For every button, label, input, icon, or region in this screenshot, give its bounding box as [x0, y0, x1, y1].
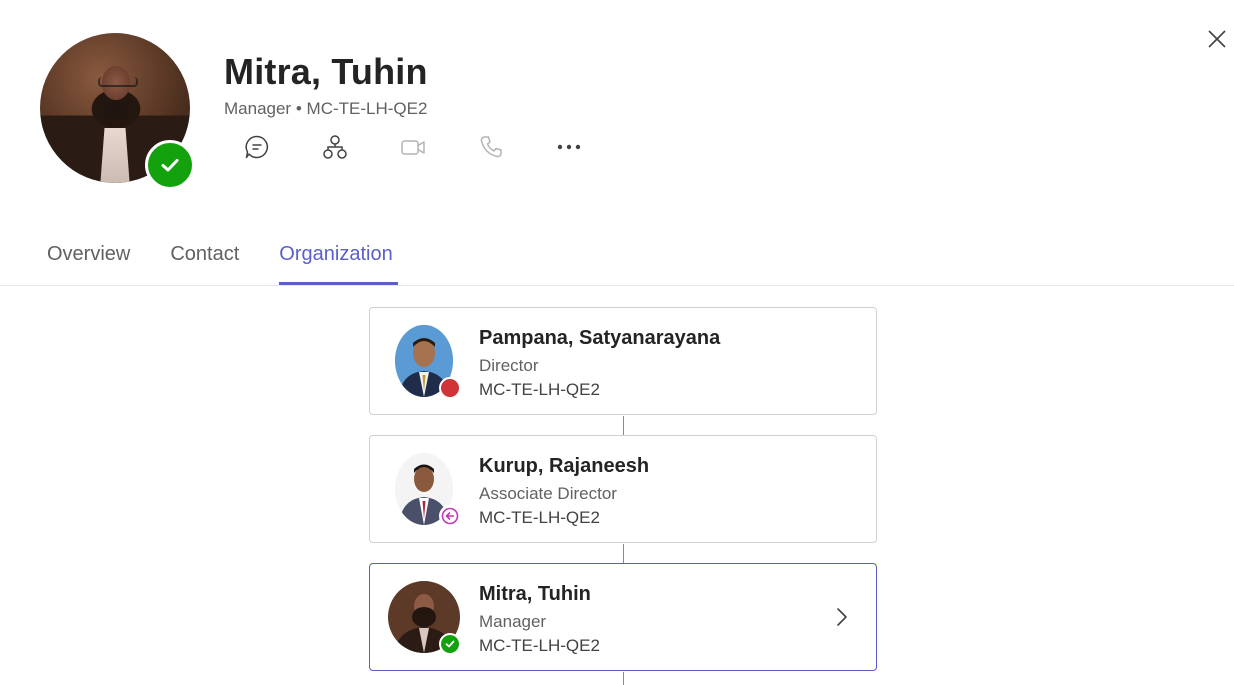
org-chart-button[interactable]	[310, 130, 360, 164]
more-options-button[interactable]	[544, 130, 594, 164]
available-status-icon	[145, 140, 195, 190]
org-card-manager[interactable]: Mitra, Tuhin Manager MC-TE-LH-QE2	[369, 563, 877, 671]
card-title: Associate Director	[479, 484, 617, 503]
org-connector	[623, 416, 624, 435]
card-name: Mitra, Tuhin	[479, 583, 591, 605]
busy-status-icon	[439, 377, 461, 399]
video-call-button[interactable]	[388, 130, 438, 164]
profile-department: MC-TE-LH-QE2	[306, 99, 428, 118]
tab-overview[interactable]: Overview	[47, 238, 130, 285]
card-department: MC-TE-LH-QE2	[479, 380, 600, 399]
profile-role: Manager	[224, 99, 292, 118]
avatar	[388, 581, 461, 655]
phone-call-button[interactable]	[466, 130, 516, 164]
video-call-icon	[401, 140, 425, 155]
card-department: MC-TE-LH-QE2	[479, 508, 600, 527]
profile-tabs: Overview Contact Organization	[47, 238, 433, 286]
org-chart-icon	[323, 135, 347, 159]
card-name: Kurup, Rajaneesh	[479, 455, 650, 477]
profile-subtitle: Manager • MC-TE-LH-QE2	[224, 99, 427, 119]
out-of-office-status-icon	[439, 505, 461, 527]
more-options-icon	[557, 144, 581, 150]
card-department: MC-TE-LH-QE2	[479, 636, 600, 655]
close-button[interactable]	[1204, 26, 1230, 52]
avatar	[395, 453, 461, 527]
chevron-right-icon	[837, 608, 847, 626]
avatar	[395, 325, 461, 399]
close-icon	[1208, 30, 1226, 48]
phone-call-icon	[480, 136, 502, 158]
tabs-divider	[0, 285, 1234, 286]
tab-contact[interactable]: Contact	[170, 238, 239, 285]
org-connector	[623, 544, 624, 563]
profile-name: Mitra, Tuhin	[224, 51, 428, 92]
available-status-icon	[439, 633, 461, 655]
org-card-director[interactable]: Pampana, Satyanarayana Director MC-TE-LH…	[369, 307, 877, 415]
org-connector	[623, 672, 624, 685]
profile-actions	[232, 130, 622, 164]
card-title: Director	[479, 356, 539, 375]
expand-reports-button[interactable]	[832, 605, 852, 629]
tab-organization[interactable]: Organization	[279, 238, 399, 285]
chat-icon	[245, 135, 269, 159]
subtitle-separator: •	[295, 99, 302, 118]
chat-button[interactable]	[232, 130, 282, 164]
card-title: Manager	[479, 612, 547, 631]
org-card-associate-director[interactable]: Kurup, Rajaneesh Associate Director MC-T…	[369, 435, 877, 543]
card-name: Pampana, Satyanarayana	[479, 327, 721, 349]
